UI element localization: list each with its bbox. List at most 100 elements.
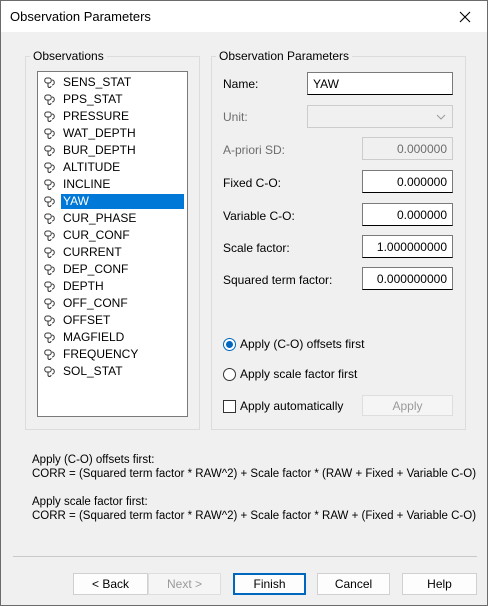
squared-term-factor-field[interactable]: 0.000000000 [362,267,453,290]
observations-group-label: Observations [30,49,107,63]
unit-label: Unit: [223,110,248,124]
list-item-cur-conf[interactable]: CUR_CONF [42,227,132,244]
radio-offsets-first[interactable]: Apply (C-O) offsets first [223,337,364,351]
list-item-magfield[interactable]: MAGFIELD [42,329,126,346]
list-item-label: CURRENT [63,245,122,259]
list-item-label: FREQUENCY [63,347,139,361]
sensor-probe-icon [42,314,58,328]
scale-first-formula: CORR = (Squared term factor * RAW^2) + S… [32,510,477,522]
sensor-probe-icon [42,144,58,158]
footer-separator [13,556,477,557]
sensor-probe-icon [42,212,58,226]
radio-scale-first-label: Apply scale factor first [240,367,358,381]
list-item-label: SOL_STAT [63,364,123,378]
variable-co-value: 0.000000 [396,207,447,222]
sensor-probe-icon [42,178,58,192]
sensor-probe-icon [42,93,58,107]
list-item-label: OFFSET [63,313,111,327]
list-item-label: ALTITUDE [63,160,121,174]
observations-listbox[interactable]: SENS_STAT PPS_STAT PRESSURE WAT_DEPTH BUR_DE… [37,71,188,417]
apriori-sd-field: 0.000000 [362,137,453,160]
help-button-label: Help [427,577,452,591]
list-item-label: OFF_CONF [63,296,128,310]
scale-first-heading: Apply scale factor first: [32,496,148,508]
dialog-window: Observation Parameters Observations SENS… [0,0,488,606]
sensor-probe-icon [42,348,58,362]
list-item-label: DEP_CONF [63,262,129,276]
radio-scale-first[interactable]: Apply scale factor first [223,367,357,381]
fixed-co-value: 0.000000 [396,174,447,189]
list-item-offset[interactable]: OFFSET [42,312,112,329]
window-title: Observation Parameters [10,9,151,24]
list-item-label: PRESSURE [63,109,130,123]
next-button[interactable]: Next > [148,573,221,595]
close-icon [459,11,471,22]
sensor-probe-icon [42,229,58,243]
sensor-probe-icon [42,161,58,175]
fixed-co-field[interactable]: 0.000000 [362,170,453,193]
apply-button-label: Apply [392,398,423,413]
list-item-dep-conf[interactable]: DEP_CONF [42,261,130,278]
scale-factor-value: 1.000000000 [376,239,447,254]
list-item-label: BUR_DEPTH [63,143,136,157]
sensor-probe-icon [42,76,58,90]
list-item-yaw[interactable]: YAW [42,193,184,210]
cancel-button[interactable]: Cancel [317,573,390,595]
sensor-probe-icon [42,263,58,277]
list-item-cur-phase[interactable]: CUR_PHASE [42,210,138,227]
radio-scale-first-indicator[interactable] [223,367,236,381]
list-item-label: WAT_DEPTH [63,126,136,140]
scale-factor-field[interactable]: 1.000000000 [362,235,453,258]
list-item-label: CUR_CONF [63,228,130,242]
close-button[interactable] [443,1,487,32]
variable-co-field[interactable]: 0.000000 [362,203,453,226]
apply-automatically-box[interactable] [223,399,236,413]
list-item-pps-stat[interactable]: PPS_STAT [42,91,125,108]
list-item-frequency[interactable]: FREQUENCY [42,346,140,363]
radio-offsets-first-indicator[interactable] [223,337,236,351]
list-item-label: INCLINE [63,177,111,191]
back-button[interactable]: < Back [73,573,148,595]
list-item-pressure[interactable]: PRESSURE [42,108,131,125]
list-item-depth[interactable]: DEPTH [42,278,106,295]
list-item-incline[interactable]: INCLINE [42,176,112,193]
name-field[interactable]: YAW [307,72,453,95]
list-item-current[interactable]: CURRENT [42,244,124,261]
help-button[interactable]: Help [402,573,477,595]
sensor-probe-icon [42,365,58,379]
chevron-down-icon [436,114,446,120]
list-item-label: MAGFIELD [63,330,125,344]
sensor-probe-icon [42,246,58,260]
list-item-label: CUR_PHASE [63,211,137,225]
name-field-value: YAW [313,76,339,91]
sensor-probe-icon [42,331,58,345]
list-item-label: SENS_STAT [63,75,132,89]
list-item-label: PPS_STAT [63,92,123,106]
list-item-label: DEPTH [63,279,104,293]
finish-button[interactable]: Finish [233,573,306,595]
list-item-bur-depth[interactable]: BUR_DEPTH [42,142,138,159]
apply-automatically-label: Apply automatically [240,399,344,413]
offsets-first-formula: CORR = (Squared term factor * RAW^2) + S… [32,468,477,480]
finish-button-label: Finish [253,577,286,591]
list-item-label: YAW [61,194,184,209]
fixed-co-label: Fixed C-O: [223,176,282,190]
apply-button[interactable]: Apply [362,395,453,416]
scale-factor-label: Scale factor: [223,241,290,255]
list-item-wat-depth[interactable]: WAT_DEPTH [42,125,138,142]
list-item-off-conf[interactable]: OFF_CONF [42,295,130,312]
squared-term-factor-label: Squared term factor: [223,273,333,287]
radio-offsets-first-label: Apply (C-O) offsets first [240,337,365,351]
sensor-probe-icon [42,127,58,141]
apriori-sd-label: A-priori SD: [223,143,286,157]
unit-select[interactable] [307,105,453,128]
sensor-probe-icon [42,195,58,209]
apriori-sd-value: 0.000000 [396,141,447,156]
list-item-sol-stat[interactable]: SOL_STAT [42,363,125,380]
squared-term-factor-value: 0.000000000 [376,271,447,286]
offsets-first-heading: Apply (C-O) offsets first: [32,454,155,466]
list-item-sens-stat[interactable]: SENS_STAT [42,74,133,91]
next-button-label: Next > [166,577,202,591]
list-item-altitude[interactable]: ALTITUDE [42,159,122,176]
apply-automatically-checkbox[interactable]: Apply automatically [223,399,343,413]
